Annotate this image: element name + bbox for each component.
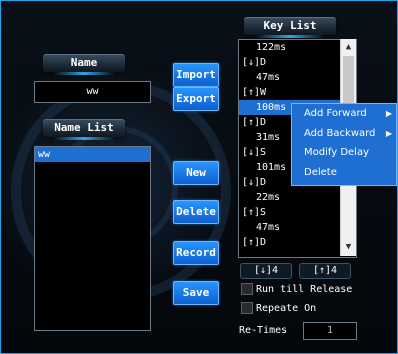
context-menu: Add Forward ▶ Add Backward ▶ Modify Dela…	[291, 103, 397, 186]
key-down-counter: [↓]4	[240, 263, 292, 279]
delete-button[interactable]: Delete	[173, 200, 219, 224]
key-list-row[interactable]: [↑]S	[239, 205, 356, 220]
chevron-up-icon[interactable]: ▲	[341, 40, 356, 55]
name-field[interactable]: ww	[34, 81, 151, 103]
new-button[interactable]: New	[173, 161, 219, 185]
name-header: Name	[43, 54, 125, 75]
key-list-header: Key List	[244, 17, 336, 38]
export-button[interactable]: Export	[173, 87, 219, 111]
name-list-item[interactable]: ww	[35, 147, 150, 162]
retimes-input[interactable]: 1	[303, 322, 357, 340]
repeate-on-checkbox[interactable]	[241, 302, 253, 314]
key-list-row[interactable]: [↑]D	[239, 235, 356, 250]
import-button[interactable]: Import	[173, 63, 219, 87]
key-list-row[interactable]: [↓]D	[239, 55, 356, 70]
chevron-down-icon[interactable]: ▼	[341, 240, 356, 255]
key-list-row[interactable]: 47ms	[239, 70, 356, 85]
menu-item-label: Modify Delay	[304, 147, 369, 158]
key-list-row[interactable]: 122ms	[239, 40, 356, 55]
chevron-right-icon: ▶	[385, 128, 392, 138]
chevron-right-icon: ▶	[385, 109, 392, 118]
menu-item-modify-delay[interactable]: Modify Delay	[292, 143, 396, 163]
menu-item-label: Delete	[304, 166, 337, 178]
key-list-row[interactable]: [↑]W	[239, 85, 356, 100]
name-list-header: Name List	[43, 119, 125, 140]
repeate-on-option[interactable]: Repeate On	[241, 302, 316, 316]
key-list-row[interactable]: 22ms	[239, 190, 356, 205]
menu-item-label: Add Backward	[304, 127, 376, 139]
menu-item-add-forward[interactable]: Add Forward ▶	[292, 104, 396, 124]
run-till-release-option[interactable]: Run till Release	[241, 283, 352, 297]
run-till-release-label: Run till Release	[256, 284, 353, 295]
menu-item-add-backward[interactable]: Add Backward ▶	[292, 124, 396, 144]
record-button[interactable]: Record	[173, 241, 219, 265]
menu-item-delete[interactable]: Delete	[292, 163, 396, 183]
retimes-label: Re-Times	[239, 325, 288, 336]
menu-item-label: Add Forward	[304, 108, 367, 119]
key-list-row[interactable]: 47ms	[239, 220, 356, 235]
save-button[interactable]: Save	[173, 281, 219, 305]
run-till-release-checkbox[interactable]	[241, 283, 253, 295]
repeate-on-label: Repeate On	[256, 303, 317, 314]
name-list[interactable]: ww	[34, 146, 151, 331]
key-up-counter: [↑]4	[299, 263, 351, 279]
